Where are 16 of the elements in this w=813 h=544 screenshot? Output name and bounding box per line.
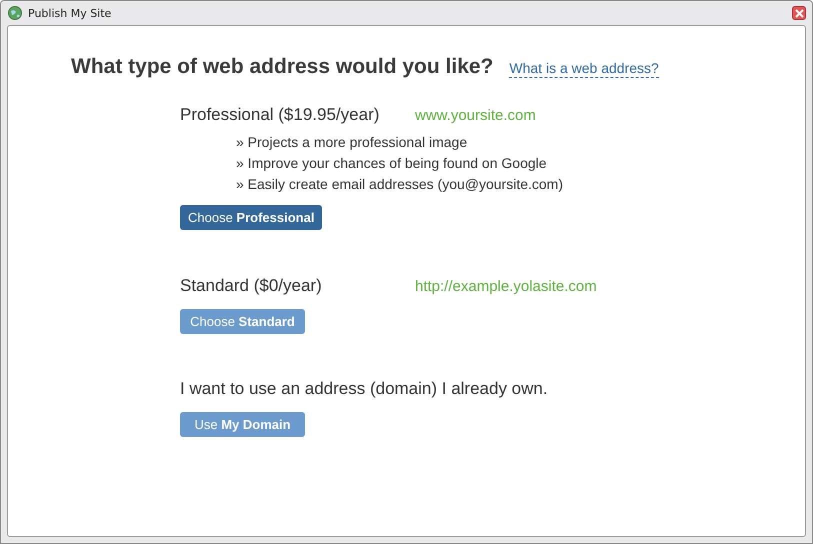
window-title: Publish My Site	[28, 6, 112, 20]
address-example: http://example.yolasite.com	[415, 278, 597, 295]
close-button[interactable]	[792, 6, 806, 20]
option-title: Professional ($19.95/year)	[180, 105, 380, 125]
address-example: www.yoursite.com	[415, 107, 536, 124]
benefit-text: » Easily create email addresses (you@yoursite.com)	[236, 175, 564, 193]
heading: What type of web address would you like?	[71, 55, 494, 79]
choose-button[interactable]: Choose Standard	[180, 309, 305, 334]
choose-button[interactable]: Choose Professional	[180, 205, 322, 230]
option-title: I want to use an address (domain) I already own.	[180, 379, 548, 399]
option-title: Standard ($0/year)	[180, 276, 323, 296]
benefit-text: » Improve your chances of being found on Google	[236, 154, 548, 172]
help-link[interactable]: What is a web address?	[509, 60, 659, 78]
choose-button[interactable]: Use My Domain	[180, 412, 305, 437]
benefit-text: » Projects a more professional image	[236, 133, 468, 151]
globe-icon	[8, 6, 22, 20]
